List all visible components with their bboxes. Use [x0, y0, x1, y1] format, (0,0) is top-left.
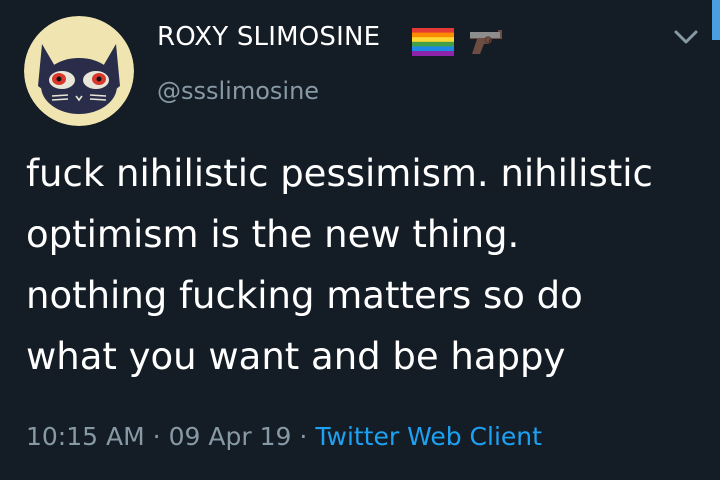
author-handle[interactable]: @ssslimosine — [157, 77, 319, 105]
meta-separator: · — [152, 422, 161, 451]
author-display-name[interactable]: ROXY SLIMOSINE — [157, 22, 380, 52]
tweet-time[interactable]: 10:15 AM — [26, 422, 145, 451]
tweet-text: fuck nihilistic pessimism. nihilistic op… — [26, 152, 653, 378]
tweet-card: ROXY SLIMOSINE @ssslimosine fuck nihilis… — [0, 0, 720, 480]
scrollbar-edge — [712, 0, 720, 40]
rainbow-flag-icon — [412, 28, 454, 56]
tweet-date[interactable]: 09 Apr 19 — [169, 422, 292, 451]
tweet-client-link[interactable]: Twitter Web Client — [315, 422, 542, 451]
avatar[interactable] — [24, 16, 134, 126]
meta-separator-2: · — [299, 422, 308, 451]
chevron-down-icon[interactable] — [672, 26, 700, 48]
tweet-meta: 10:15 AM · 09 Apr 19 · Twitter Web Client — [26, 422, 542, 451]
pistol-icon — [470, 30, 502, 54]
cat-avatar-icon — [24, 16, 134, 126]
